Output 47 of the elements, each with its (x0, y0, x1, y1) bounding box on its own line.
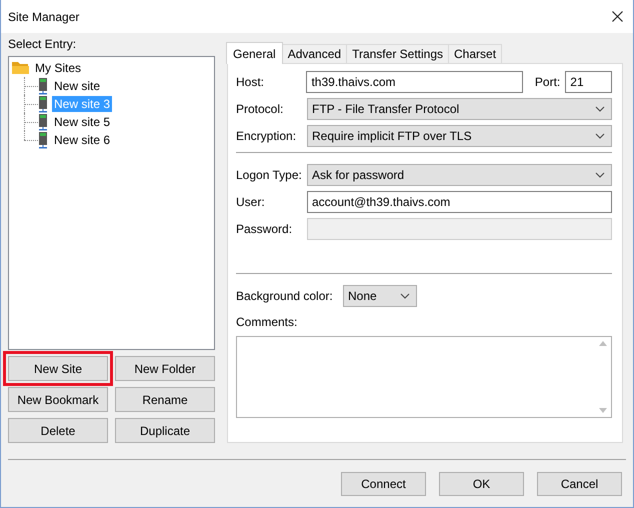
input-field[interactable]: account@th39.thaivs.com (307, 191, 612, 213)
entry-button[interactable]: Duplicate (115, 418, 215, 443)
dropdown[interactable]: None (343, 285, 417, 307)
scroll-down-icon[interactable] (598, 408, 606, 413)
folder-icon (12, 61, 29, 75)
server-icon (38, 96, 48, 112)
tab[interactable]: Transfer Settings (346, 44, 450, 63)
input-field[interactable]: th39.thaivs.com (306, 71, 523, 93)
tree-item[interactable]: My Sites (33, 60, 84, 76)
field-label: Background color: (236, 289, 334, 303)
field-label: Protocol: (236, 102, 284, 116)
entry-button[interactable]: Rename (115, 387, 215, 412)
field-label: Host: (236, 75, 266, 89)
dropdown[interactable]: Ask for password (307, 164, 612, 186)
section-label: Select Entry: (8, 37, 78, 51)
chevron-down-icon (400, 293, 410, 299)
scroll-up-icon[interactable] (598, 341, 606, 346)
field-label: Encryption: (236, 129, 298, 143)
tab[interactable]: Charset (448, 44, 502, 63)
dialog-button[interactable]: Connect (341, 472, 426, 496)
entry-button[interactable]: New Folder (115, 356, 215, 381)
tab[interactable]: General (226, 42, 283, 64)
field-label: Comments: (236, 315, 298, 329)
chevron-down-icon (595, 172, 605, 178)
field-label: Port: (534, 75, 560, 89)
tree-item[interactable]: New site 5 (52, 114, 112, 130)
dialog-button[interactable]: Cancel (537, 472, 622, 496)
tree-item[interactable]: New site 6 (52, 132, 112, 148)
server-icon (38, 132, 48, 148)
tree-item[interactable]: New site (52, 78, 102, 94)
field-label: User: (236, 195, 266, 209)
server-icon (38, 114, 48, 130)
input-field[interactable]: 21 (565, 71, 612, 93)
dropdown[interactable]: Require implicit FTP over TLS (307, 125, 612, 147)
close-icon[interactable] (612, 11, 623, 22)
server-icon (38, 78, 48, 94)
field-label: Logon Type: (236, 168, 303, 182)
field-label: Password: (236, 222, 294, 236)
chevron-down-icon (595, 106, 605, 112)
dropdown[interactable]: FTP - File Transfer Protocol (307, 98, 612, 120)
dialog-button[interactable]: OK (439, 472, 524, 496)
chevron-down-icon (595, 133, 605, 139)
comments-field[interactable] (236, 336, 612, 418)
entry-button[interactable]: Delete (8, 418, 108, 443)
entry-button[interactable]: New Bookmark (8, 387, 108, 412)
entry-button[interactable]: New Site (8, 356, 108, 381)
window-title: Site Manager (8, 10, 80, 24)
